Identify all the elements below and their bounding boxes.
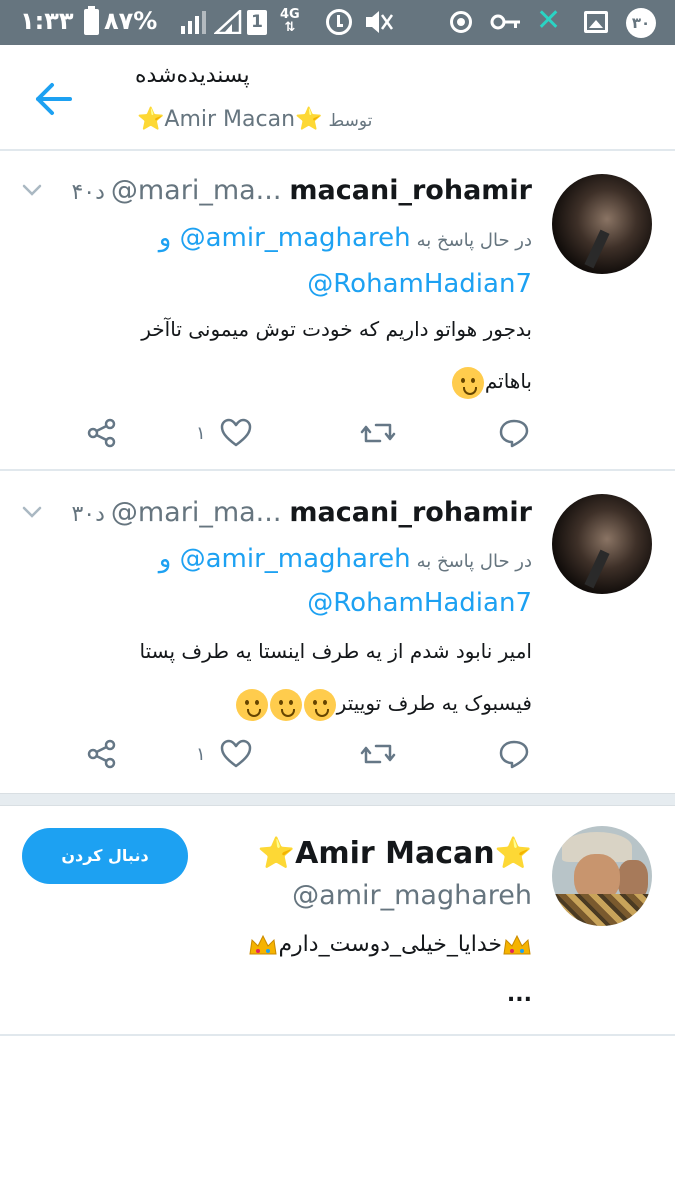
star-icon: ⭐ bbox=[494, 836, 532, 871]
mute-icon bbox=[366, 11, 394, 33]
arrow-left-icon[interactable] bbox=[34, 81, 74, 117]
share-button[interactable] bbox=[86, 734, 118, 774]
app-x-icon: ✕ bbox=[536, 3, 562, 38]
reply-button[interactable] bbox=[498, 734, 530, 774]
replying-to: و @amir_maghareh در حال پاسخ به bbox=[159, 223, 532, 253]
user-name-text: Amir Macan bbox=[295, 836, 495, 871]
tweet-header: ۳۰د @mari_ma... macani_rohamir bbox=[71, 497, 532, 528]
tweet-header: ۴۰د @mari_ma... macani_rohamir bbox=[71, 175, 532, 206]
signal-icon bbox=[214, 10, 242, 34]
tweet-author-name[interactable]: macani_rohamir bbox=[289, 175, 532, 206]
tweet-text-line: باهاتم bbox=[484, 369, 532, 393]
retweet-button[interactable] bbox=[360, 413, 396, 453]
reply-mention[interactable]: @RohamHadian7 bbox=[307, 269, 532, 299]
like-button[interactable]: ۱ bbox=[196, 413, 252, 453]
like-count: ۱ bbox=[196, 422, 206, 444]
reply-mention[interactable]: @RohamHadian7 bbox=[307, 588, 532, 618]
crown-icon bbox=[249, 934, 278, 955]
hushed-face-emoji bbox=[269, 688, 302, 721]
reply-mention[interactable]: @amir_maghareh bbox=[180, 223, 411, 253]
page-subtitle: ⭐Amir Macan⭐ توسط bbox=[137, 107, 372, 132]
tweet-time: ۳۰د bbox=[71, 502, 105, 527]
subtitle-by-label: توسط bbox=[328, 111, 373, 131]
signal-icon bbox=[181, 11, 206, 34]
heart-icon bbox=[220, 739, 251, 768]
chevron-down-icon[interactable] bbox=[22, 183, 42, 197]
retweet-icon bbox=[360, 423, 396, 443]
gallery-icon bbox=[584, 11, 608, 33]
app-header: پسندیده‌شده ⭐Amir Macan⭐ توسط bbox=[0, 45, 675, 151]
star-icon: ⭐ bbox=[137, 107, 165, 132]
like-count: ۱ bbox=[196, 743, 206, 765]
hushed-face-emoji bbox=[303, 688, 336, 721]
key-icon bbox=[490, 14, 520, 30]
tweet-text-line: بدجور هواتو داریم که خودت توش میمونی تاآ… bbox=[141, 317, 532, 341]
replying-to: و @amir_maghareh در حال پاسخ به bbox=[159, 544, 532, 574]
share-icon bbox=[87, 418, 116, 448]
hushed-face-emoji bbox=[235, 688, 268, 721]
status-time: ۱:۳۳ bbox=[20, 7, 74, 35]
tweet[interactable]: ۴۰د @mari_ma... macani_rohamir و @amir_mag… bbox=[0, 151, 675, 471]
user-card[interactable]: دنبال کردن ⭐Amir Macan⭐ @amir_maghareh خ… bbox=[0, 806, 675, 1036]
share-button[interactable] bbox=[86, 413, 118, 453]
user-name[interactable]: ⭐Amir Macan⭐ bbox=[258, 836, 532, 871]
star-icon: ⭐ bbox=[257, 836, 296, 871]
replying-prefix: در حال پاسخ به bbox=[416, 230, 532, 251]
battery-icon bbox=[84, 6, 99, 35]
tweet-text-line: امیر نابود شدم از یه طرف اینستا یه طرف پ… bbox=[139, 639, 533, 663]
record-icon bbox=[450, 11, 472, 33]
status-bar: ۱:۳۳ ۸۷% 1 4G ⇅ ✕ ۳۰ bbox=[0, 0, 675, 45]
page-title: پسندیده‌شده bbox=[135, 63, 250, 88]
retweet-button[interactable] bbox=[360, 734, 396, 774]
tweet-text: امیر نابود شدم از یه طرف اینستا یه طرف پ… bbox=[32, 625, 532, 729]
section-divider bbox=[0, 793, 675, 806]
user-bio-more: ... bbox=[506, 982, 532, 1007]
tweet-actions: ۱ bbox=[0, 413, 675, 453]
replying-prefix: در حال پاسخ به bbox=[416, 551, 532, 572]
tweet-handle: @mari_ma... bbox=[110, 175, 282, 206]
reply-icon bbox=[499, 419, 529, 448]
avatar[interactable] bbox=[552, 494, 652, 594]
share-icon bbox=[87, 739, 116, 769]
subtitle-user-name: Amir Macan bbox=[164, 107, 296, 132]
user-bio-text: خدایا_خیلی_دوست_دارم bbox=[278, 932, 502, 957]
reply-button[interactable] bbox=[498, 413, 530, 453]
tweet-actions: ۱ bbox=[0, 734, 675, 774]
replying-and: و bbox=[158, 544, 172, 574]
reply-mention[interactable]: @amir_maghareh bbox=[180, 544, 411, 574]
battery-percent: ۸۷% bbox=[104, 7, 158, 35]
tweet-author-name[interactable]: macani_rohamir bbox=[289, 497, 532, 528]
tweet-text: بدجور هواتو داریم که خودت توش میمونی تاآ… bbox=[32, 303, 532, 407]
chevron-down-icon[interactable] bbox=[22, 505, 42, 519]
heart-icon bbox=[220, 418, 251, 447]
user-bio: خدایا_خیلی_دوست_دارم bbox=[248, 932, 532, 957]
tweet-handle: @mari_ma... bbox=[110, 497, 282, 528]
star-icon: ⭐ bbox=[295, 107, 323, 132]
replying-and: و bbox=[158, 223, 172, 253]
tweet-time: ۴۰د bbox=[71, 180, 105, 205]
tweet[interactable]: ۳۰د @mari_ma... macani_rohamir و @amir_mag… bbox=[0, 471, 675, 793]
user-handle: @amir_maghareh bbox=[292, 880, 532, 911]
network-type: 4G ⇅ bbox=[280, 7, 300, 35]
follow-button[interactable]: دنبال کردن bbox=[22, 828, 188, 884]
reply-icon bbox=[499, 740, 529, 769]
winking-face-emoji bbox=[451, 366, 484, 399]
sim-icon: 1 bbox=[247, 10, 267, 35]
alarm-icon bbox=[326, 9, 352, 35]
notification-count: ۳۰ bbox=[626, 8, 656, 38]
tweet-text-line: فیسبوک یه طرف توییتر bbox=[336, 691, 532, 715]
retweet-icon bbox=[360, 744, 396, 764]
avatar[interactable] bbox=[552, 174, 652, 274]
avatar[interactable] bbox=[552, 826, 652, 926]
like-button[interactable]: ۱ bbox=[196, 734, 252, 774]
crown-icon bbox=[503, 934, 531, 955]
